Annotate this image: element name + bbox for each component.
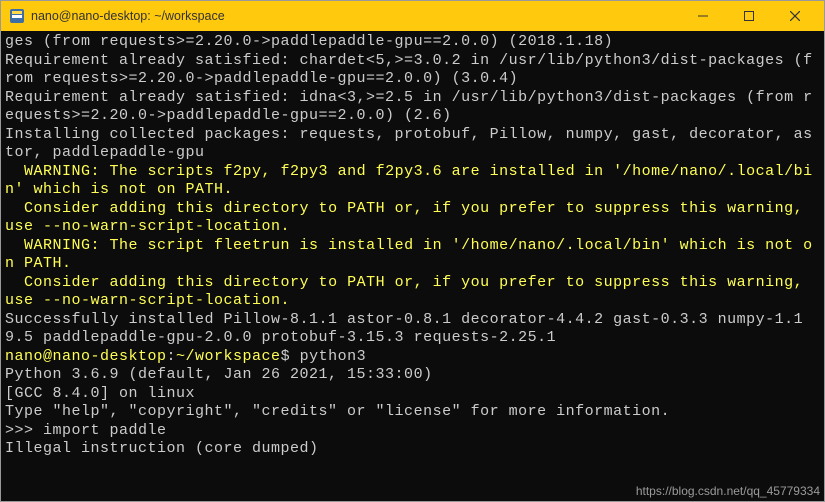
prompt-path: ~/workspace bbox=[176, 348, 281, 365]
terminal-line: [GCC 8.4.0] on linux bbox=[5, 385, 820, 404]
python-prompt-line: >>> import paddle bbox=[5, 422, 820, 441]
terminal-line: Python 3.6.9 (default, Jan 26 2021, 15:3… bbox=[5, 366, 820, 385]
terminal-line: Type "help", "copyright", "credits" or "… bbox=[5, 403, 820, 422]
terminal-line: ges (from requests>=2.20.0->paddlepaddle… bbox=[5, 33, 820, 52]
app-icon bbox=[9, 8, 25, 24]
terminal-line: WARNING: The script fleetrun is installe… bbox=[5, 237, 820, 274]
window-title: nano@nano-desktop: ~/workspace bbox=[31, 8, 225, 25]
shell-command: python3 bbox=[300, 348, 367, 365]
minimize-button[interactable] bbox=[680, 1, 726, 31]
terminal-output[interactable]: ges (from requests>=2.20.0->paddlepaddle… bbox=[1, 31, 824, 501]
maximize-button[interactable] bbox=[726, 1, 772, 31]
terminal-line: WARNING: The scripts f2py, f2py3 and f2p… bbox=[5, 163, 820, 200]
terminal-line: Requirement already satisfied: chardet<5… bbox=[5, 52, 820, 89]
window-titlebar: nano@nano-desktop: ~/workspace bbox=[1, 1, 824, 31]
close-button[interactable] bbox=[772, 1, 818, 31]
prompt-user-host: nano@nano-desktop bbox=[5, 348, 167, 365]
terminal-line: Installing collected packages: requests,… bbox=[5, 126, 820, 163]
shell-prompt-line: nano@nano-desktop:~/workspace$ python3 bbox=[5, 348, 820, 367]
watermark-text: https://blog.csdn.net/qq_45779334 bbox=[636, 483, 820, 499]
terminal-line: Consider adding this directory to PATH o… bbox=[5, 274, 820, 311]
terminal-line: Consider adding this directory to PATH o… bbox=[5, 200, 820, 237]
terminal-line: Requirement already satisfied: idna<3,>=… bbox=[5, 89, 820, 126]
python-error-line: Illegal instruction (core dumped) bbox=[5, 440, 820, 459]
terminal-line: Successfully installed Pillow-8.1.1 asto… bbox=[5, 311, 820, 348]
